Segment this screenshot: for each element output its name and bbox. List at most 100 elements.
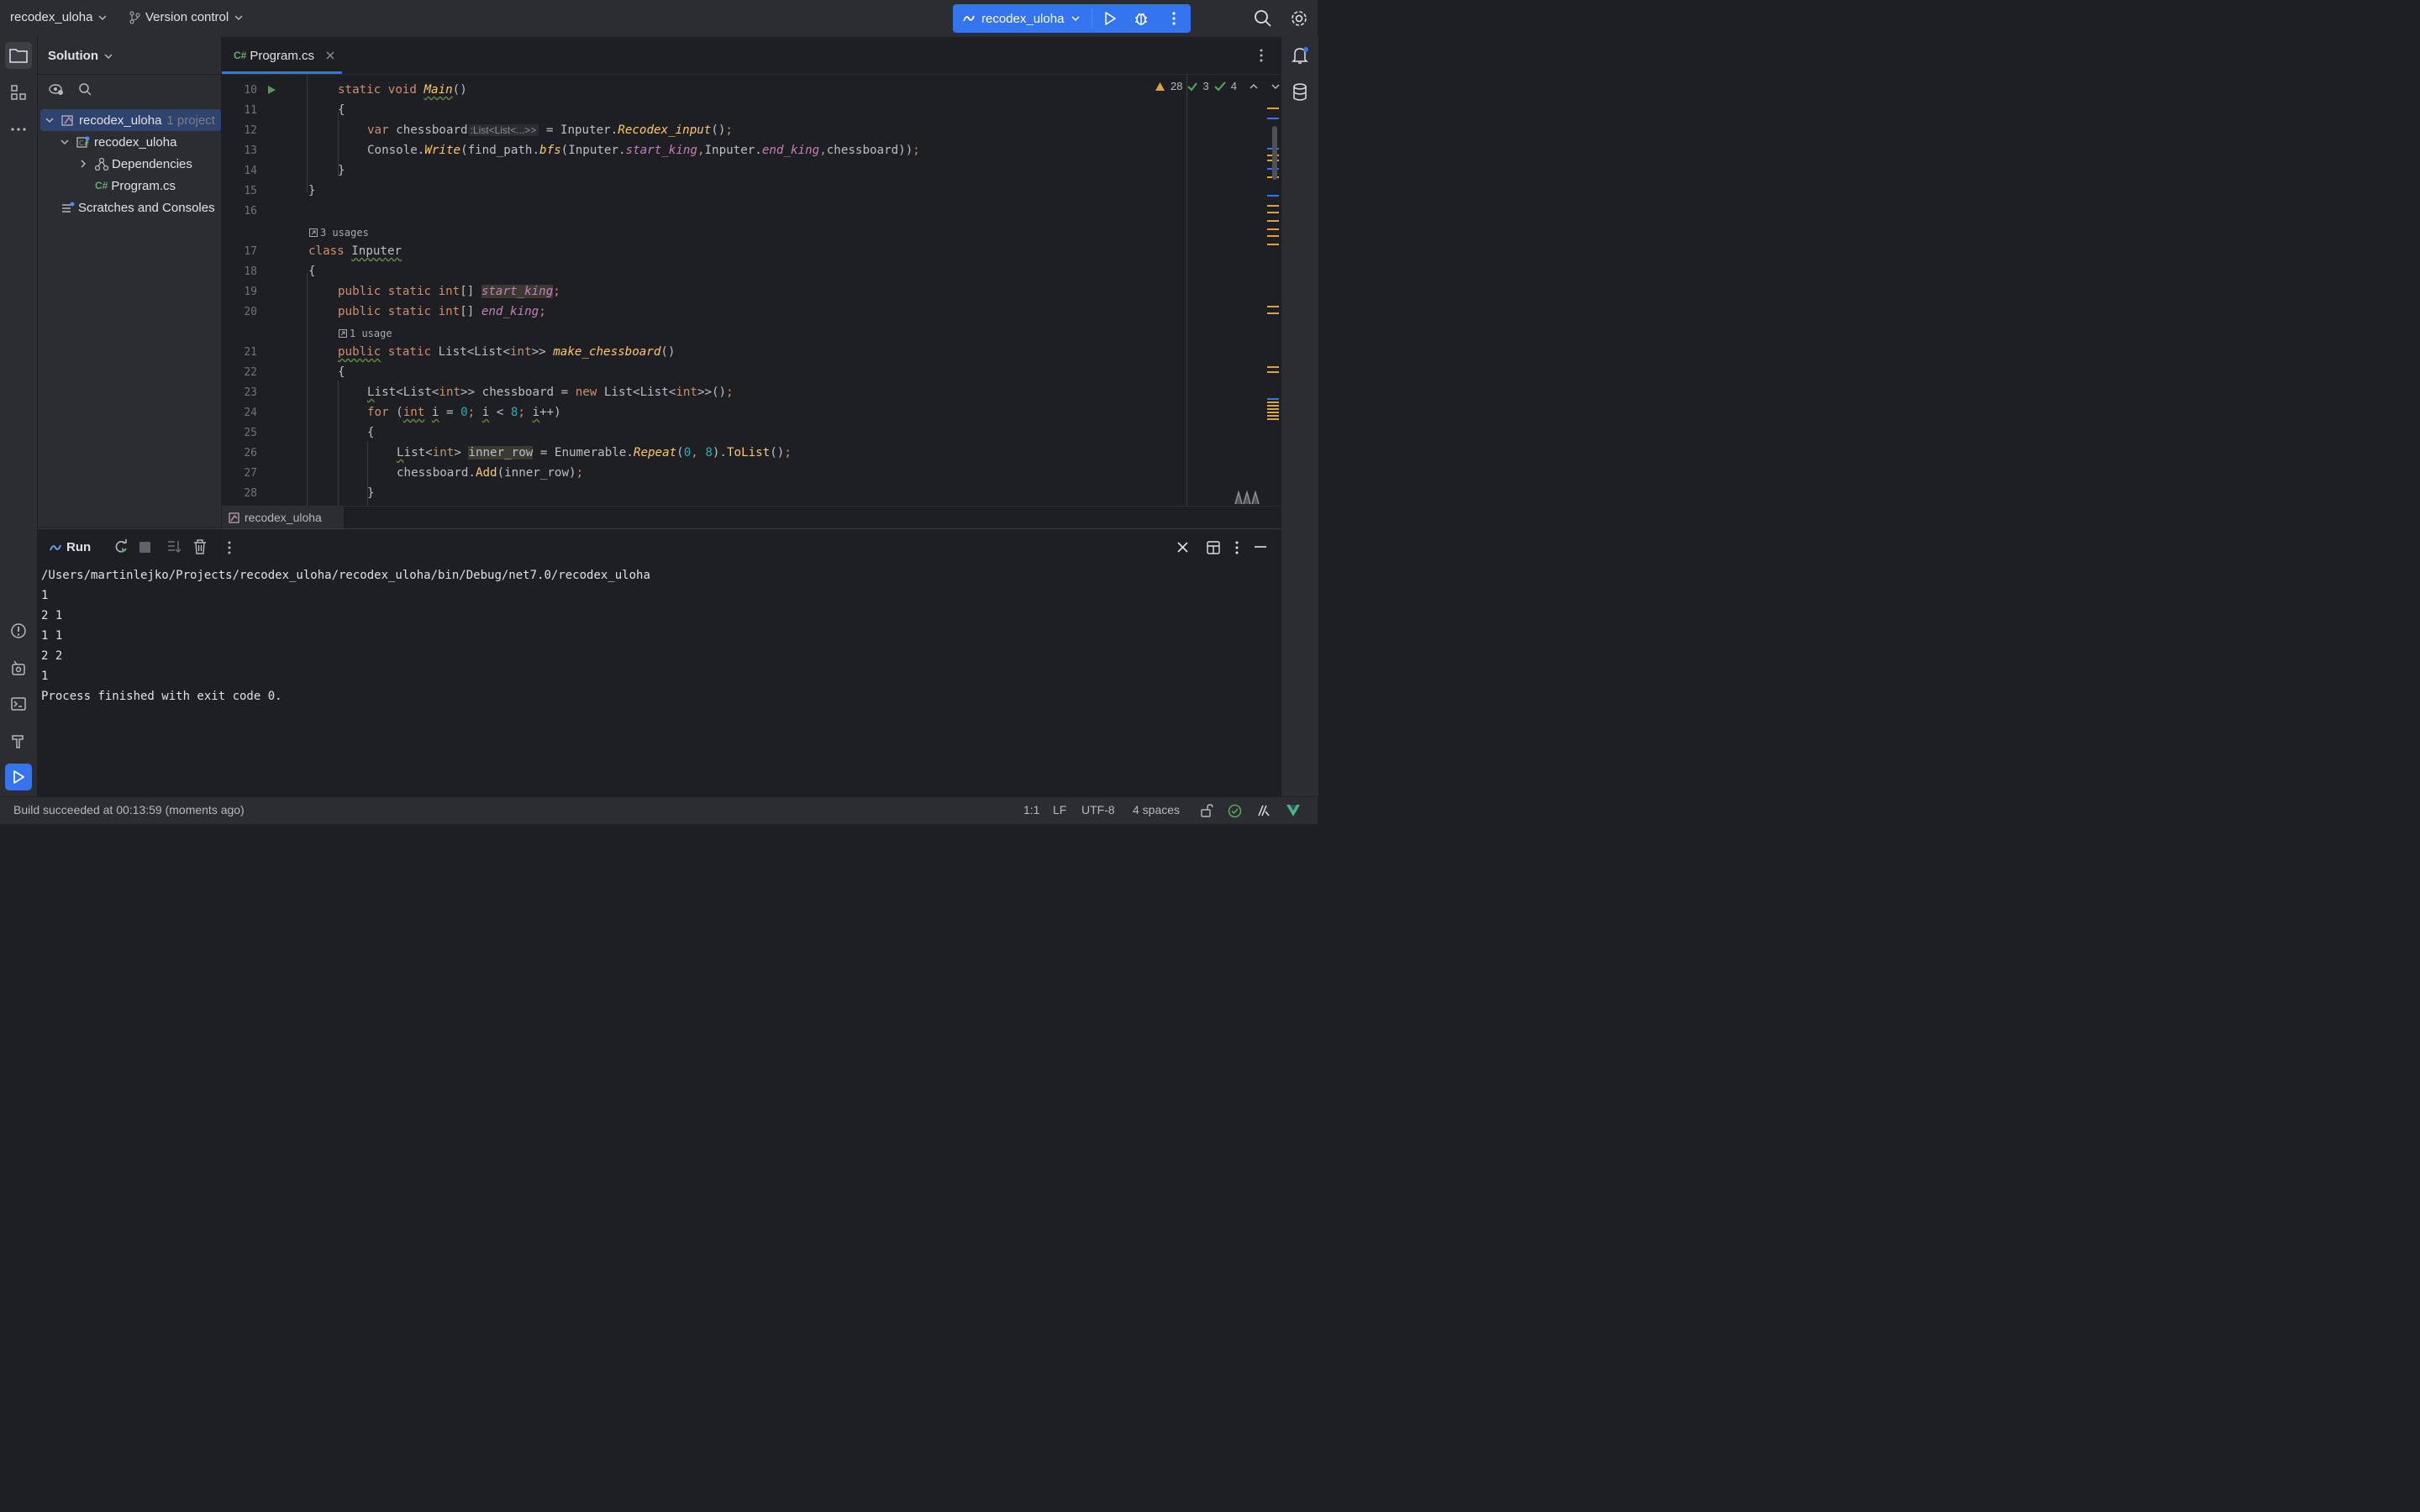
run-button[interactable] [1096,11,1125,26]
more-actions-button[interactable] [1158,12,1191,25]
terminal-tool-button[interactable] [5,690,32,717]
chevron-down-icon[interactable] [1270,81,1281,92]
clear-output-button[interactable] [193,539,207,554]
tree-item-project[interactable]: C# recodex_uloha [60,131,176,153]
code-line: for (int i = 0; i < 8; i++) [367,406,561,419]
database-button[interactable] [1286,79,1313,106]
stripe-marker[interactable] [1267,228,1279,230]
stripe-marker[interactable] [1267,306,1279,307]
show-options-button[interactable] [49,82,64,96]
code-line: var chessboard:List<List<...>> = Inputer… [367,123,733,137]
tree-item-suffix: 1 project [166,113,215,128]
stripe-marker[interactable] [1267,398,1279,400]
ai-assistant-button[interactable] [1257,804,1270,817]
stripe-marker[interactable] [1267,415,1279,417]
run-config-selector[interactable]: recodex_uloha [953,12,1088,26]
close-run-button[interactable] [1177,542,1188,553]
more-horizontal-icon [11,128,26,131]
debug-button[interactable] [1125,11,1158,26]
layout-button[interactable] [1207,541,1220,554]
minimize-button[interactable] [1255,546,1266,548]
stripe-marker[interactable] [1267,418,1279,420]
project-selector[interactable]: recodex_uloha [10,10,108,24]
inspection-widget[interactable]: 28 3 4 [1155,80,1281,92]
search-button[interactable] [1254,9,1272,28]
line-number: 26 [244,447,257,459]
stripe-marker[interactable] [1267,235,1279,237]
project-view-selector[interactable]: Solution [48,49,113,63]
tab-options-button[interactable] [1260,49,1263,62]
project-name: recodex_uloha [10,10,93,24]
tree-item-solution[interactable]: recodex_uloha 1 project [40,109,221,131]
code-line: } [308,184,316,197]
layout-icon [1207,541,1220,554]
top-toolbar: recodex_uloha Version control recodex_ul… [0,0,1318,38]
run-gutter-button[interactable] [266,85,276,95]
stripe-marker[interactable] [1267,412,1279,413]
notifications-button[interactable] [1286,42,1313,69]
stripe-marker[interactable] [1267,371,1279,373]
scroll-end-icon [168,541,182,553]
caret-position[interactable]: 1:1 [1023,803,1039,816]
build-tool-button[interactable] [5,727,32,754]
settings-button[interactable] [1290,9,1308,28]
services-tool-button[interactable] [5,654,32,681]
rerun-button[interactable] [113,539,129,554]
stripe-marker[interactable] [1267,212,1279,213]
run-tab[interactable]: Run [50,540,91,554]
editor-scrollbar[interactable] [1272,126,1277,180]
tree-item-scratches[interactable]: Scratches and Consoles [60,197,215,218]
vcs-status-button[interactable] [1286,805,1300,816]
scroll-to-end-button[interactable] [167,540,182,554]
vcs-menu[interactable]: Version control [129,10,244,24]
tree-item-label: recodex_uloha [94,134,177,150]
problems-tool-button[interactable] [5,617,32,644]
close-tab-button[interactable] [326,51,334,60]
stop-icon [139,542,150,553]
stripe-marker[interactable] [1267,408,1279,410]
search-tree-button[interactable] [78,82,92,96]
csharp-file-icon: C# [234,50,247,61]
stripe-marker[interactable] [1267,118,1279,119]
stripe-marker[interactable] [1267,244,1279,245]
stripe-marker[interactable] [1267,402,1279,403]
stripe-marker[interactable] [1267,205,1279,207]
tree-item-program-cs[interactable]: C# Program.cs [95,175,176,197]
file-encoding[interactable]: UTF-8 [1081,803,1115,816]
run-tool-button[interactable] [5,764,32,790]
stripe-marker[interactable] [1267,312,1279,314]
reader-mode-icon[interactable] [1234,490,1260,505]
structure-tool-button[interactable] [5,79,32,106]
chevron-up-icon[interactable] [1249,81,1259,92]
breadcrumb-item[interactable]: recodex_uloha [222,507,344,528]
stop-button[interactable] [139,542,150,553]
rerun-icon [115,539,127,553]
read-only-toggle[interactable] [1200,804,1213,817]
stripe-marker[interactable] [1267,195,1279,197]
stripe-marker[interactable] [1267,366,1279,368]
stripe-marker[interactable] [1267,108,1279,109]
line-number: 15 [244,185,257,197]
stripe-marker[interactable] [1267,405,1279,407]
tab-program-cs[interactable]: C# Program.cs [234,37,334,74]
more-tools-button[interactable] [5,116,32,143]
stripe-marker[interactable] [1267,220,1279,222]
indent-setting[interactable]: 4 spaces [1133,803,1180,816]
code-editor[interactable]: 10 11 12 13 14 15 16 17 18 19 20 21 22 23 24 25 26 27 28 2… [222,75,1281,506]
tree-item-dependencies[interactable]: Dependencies [78,153,192,175]
inspection-status[interactable] [1228,804,1242,818]
usages-hint[interactable]: 3 usages [309,227,369,239]
chevron-down-icon [103,51,113,61]
run-config-icon [50,544,61,550]
code-line: static void Main() [338,83,467,97]
project-tool-button[interactable] [5,42,32,69]
project-panel: Solution recodex_uloha 1 project C# reco… [38,37,222,528]
console-line: Process finished with exit code 0. [41,690,282,703]
code-line: Console.Write(find_path.bfs(Inputer.star… [367,144,920,157]
build-status[interactable]: Build succeeded at 00:13:59 (moments ago… [13,803,245,816]
usages-hint[interactable]: 1 usage [339,328,392,339]
run-options-button[interactable] [228,541,231,554]
line-separator[interactable]: LF [1053,803,1066,816]
search-icon [1255,10,1271,27]
run-panel-options-button[interactable] [1235,541,1239,554]
